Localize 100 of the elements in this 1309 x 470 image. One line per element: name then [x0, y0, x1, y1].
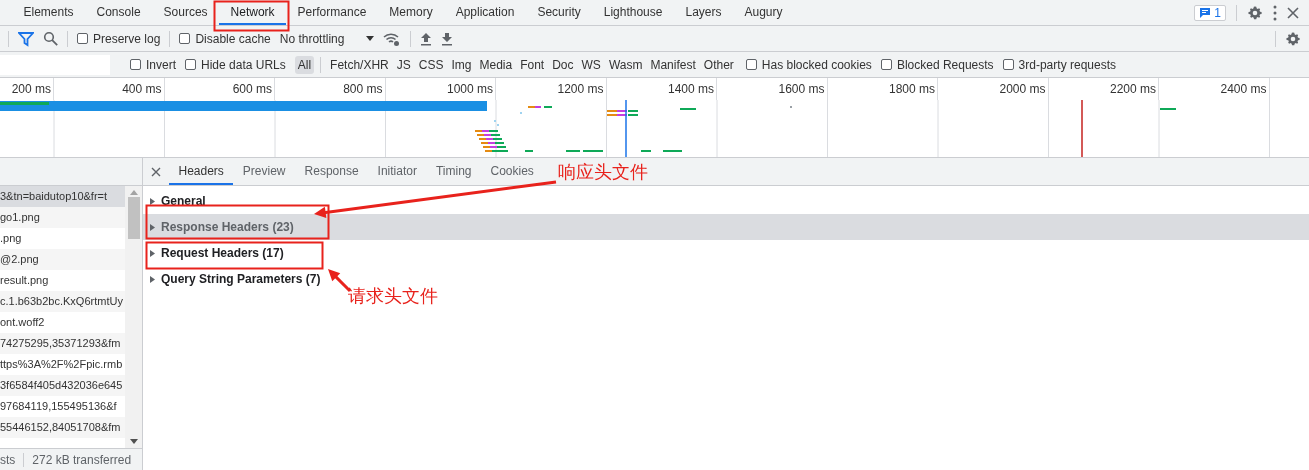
- type-filter[interactable]: Doc: [549, 55, 577, 74]
- panel-tab[interactable]: Elements: [12, 0, 86, 25]
- header-section[interactable]: Response Headers (23): [143, 214, 1309, 240]
- time-tick-label: 1400 ms: [606, 78, 717, 100]
- collapsed-triangle-icon[interactable]: [149, 249, 156, 257]
- upload-icon[interactable]: [420, 31, 433, 46]
- filter-checkbox-label[interactable]: Hide data URLs: [201, 57, 286, 72]
- download-icon[interactable]: [441, 31, 454, 46]
- panel-tab[interactable]: Performance: [286, 0, 378, 25]
- request-row[interactable]: .png: [0, 228, 125, 249]
- collapsed-triangle-icon[interactable]: [149, 275, 156, 283]
- type-filter[interactable]: Fetch/XHR: [327, 55, 392, 74]
- request-row[interactable]: 3f6584f405d432036e645: [0, 375, 125, 396]
- request-row[interactable]: 74275295,35371293&fm: [0, 333, 125, 354]
- time-tick-label: 1600 ms: [717, 78, 828, 100]
- message-icon: [1199, 6, 1212, 19]
- time-tick-label: 1800 ms: [827, 78, 938, 100]
- more-options-icon[interactable]: [1273, 4, 1277, 21]
- section-title[interactable]: General: [161, 194, 206, 208]
- time-tick-label: 1000 ms: [385, 78, 496, 100]
- request-row[interactable]: 3&tn=baidutop10&fr=t: [0, 186, 125, 207]
- request-row[interactable]: go1.png: [0, 207, 125, 228]
- checkbox[interactable]: [745, 59, 757, 70]
- collapsed-triangle-icon[interactable]: [149, 223, 156, 231]
- panel-tab[interactable]: Memory: [377, 0, 445, 25]
- close-icon[interactable]: [151, 166, 161, 177]
- type-filter[interactable]: CSS: [415, 55, 447, 74]
- request-row[interactable]: ttps%3A%2F%2Fpic.rmb: [0, 354, 125, 375]
- request-row[interactable]: result.png: [0, 270, 125, 291]
- type-filter[interactable]: Wasm: [605, 55, 646, 74]
- request-row[interactable]: 55446152,84051708&fm: [0, 417, 125, 438]
- time-tick-label: 800 ms: [275, 78, 386, 100]
- panel-tab[interactable]: Augury: [733, 0, 794, 25]
- annotation-label: 响应头文件: [558, 162, 648, 182]
- checkbox[interactable]: [1002, 59, 1014, 70]
- type-filter[interactable]: WS: [578, 55, 604, 74]
- details-tab[interactable]: Preview: [233, 158, 296, 185]
- panel-tab[interactable]: Security: [525, 0, 593, 25]
- time-tick-label: 2200 ms: [1048, 78, 1159, 100]
- time-tick-label: 2400 ms: [1159, 78, 1270, 100]
- panel-tab[interactable]: Sources: [152, 0, 220, 25]
- search-icon[interactable]: [43, 31, 58, 46]
- header-section[interactable]: General: [143, 188, 1309, 214]
- time-tick-label: 400 ms: [54, 78, 165, 100]
- throttling-value: No throttling: [279, 31, 345, 46]
- details-tab[interactable]: Response: [295, 158, 369, 185]
- details-tab[interactable]: Cookies: [481, 158, 544, 185]
- annotation-label: 请求头文件: [348, 286, 438, 306]
- type-filter[interactable]: Media: [476, 55, 516, 74]
- time-tick-label: 600 ms: [164, 78, 275, 100]
- settings-icon[interactable]: [1285, 30, 1301, 47]
- time-tick-label: 2000 ms: [938, 78, 1049, 100]
- type-filter[interactable]: JS: [393, 55, 414, 74]
- checkbox[interactable]: [77, 33, 88, 44]
- type-filter[interactable]: All: [294, 55, 315, 74]
- request-row[interactable]: 97684119,155495136&f: [0, 396, 125, 417]
- status-text: sts: [0, 452, 16, 467]
- time-tick-label: 200 ms: [0, 78, 54, 100]
- panel-tab[interactable]: Lighthouse: [592, 0, 674, 25]
- filter-checkbox-label[interactable]: 3rd-party requests: [1018, 57, 1116, 72]
- filter-icon[interactable]: [18, 30, 34, 47]
- checkbox[interactable]: [130, 59, 141, 70]
- request-row[interactable]: c.1.b63b2bc.KxQ6rtmtUy: [0, 291, 125, 312]
- checkbox[interactable]: [179, 33, 191, 44]
- collapsed-triangle-icon[interactable]: [149, 197, 156, 205]
- scrollbar[interactable]: [125, 186, 142, 448]
- request-row[interactable]: @2.png: [0, 249, 125, 270]
- type-filter[interactable]: Font: [517, 55, 548, 74]
- panel-tab[interactable]: Application: [444, 0, 526, 25]
- status-text: 272 kB transferred: [32, 452, 132, 467]
- filter-checkbox-label[interactable]: Has blocked cookies: [761, 57, 872, 72]
- issues-badge[interactable]: 1: [1194, 4, 1226, 21]
- section-title[interactable]: Response Headers (23): [161, 220, 294, 234]
- toolbar-checkbox-label[interactable]: Disable cache: [195, 31, 271, 46]
- throttling-dropdown[interactable]: No throttling: [279, 31, 375, 46]
- request-row[interactable]: ont.woff2: [0, 312, 125, 333]
- type-filter[interactable]: Img: [448, 55, 475, 74]
- checkbox[interactable]: [185, 59, 196, 70]
- filter-checkbox-label[interactable]: Invert: [146, 57, 176, 72]
- type-filter[interactable]: Other: [700, 55, 737, 74]
- wifi-gear-icon[interactable]: [383, 30, 402, 47]
- issues-count: 1: [1214, 5, 1221, 20]
- dropdown-caret-icon: [366, 36, 375, 41]
- checkbox[interactable]: [880, 59, 892, 70]
- toolbar-checkbox-label[interactable]: Preserve log: [93, 31, 161, 46]
- time-tick-label: 1200 ms: [496, 78, 607, 100]
- details-tab[interactable]: Headers: [169, 158, 234, 185]
- close-icon[interactable]: [1287, 6, 1299, 19]
- settings-icon[interactable]: [1247, 4, 1263, 21]
- section-title[interactable]: Request Headers (17): [161, 246, 284, 260]
- scrollbar-thumb[interactable]: [127, 197, 140, 239]
- type-filter[interactable]: Manifest: [647, 55, 699, 74]
- filter-checkbox-label[interactable]: Blocked Requests: [896, 57, 994, 72]
- panel-tab[interactable]: Console: [85, 0, 153, 25]
- panel-tab[interactable]: Layers: [673, 0, 733, 25]
- header-section[interactable]: Request Headers (17): [143, 240, 1309, 266]
- details-tab[interactable]: Initiator: [368, 158, 427, 185]
- scroll-down-icon[interactable]: [129, 439, 138, 444]
- details-tab[interactable]: Timing: [426, 158, 481, 185]
- section-title[interactable]: Query String Parameters (7): [161, 272, 321, 286]
